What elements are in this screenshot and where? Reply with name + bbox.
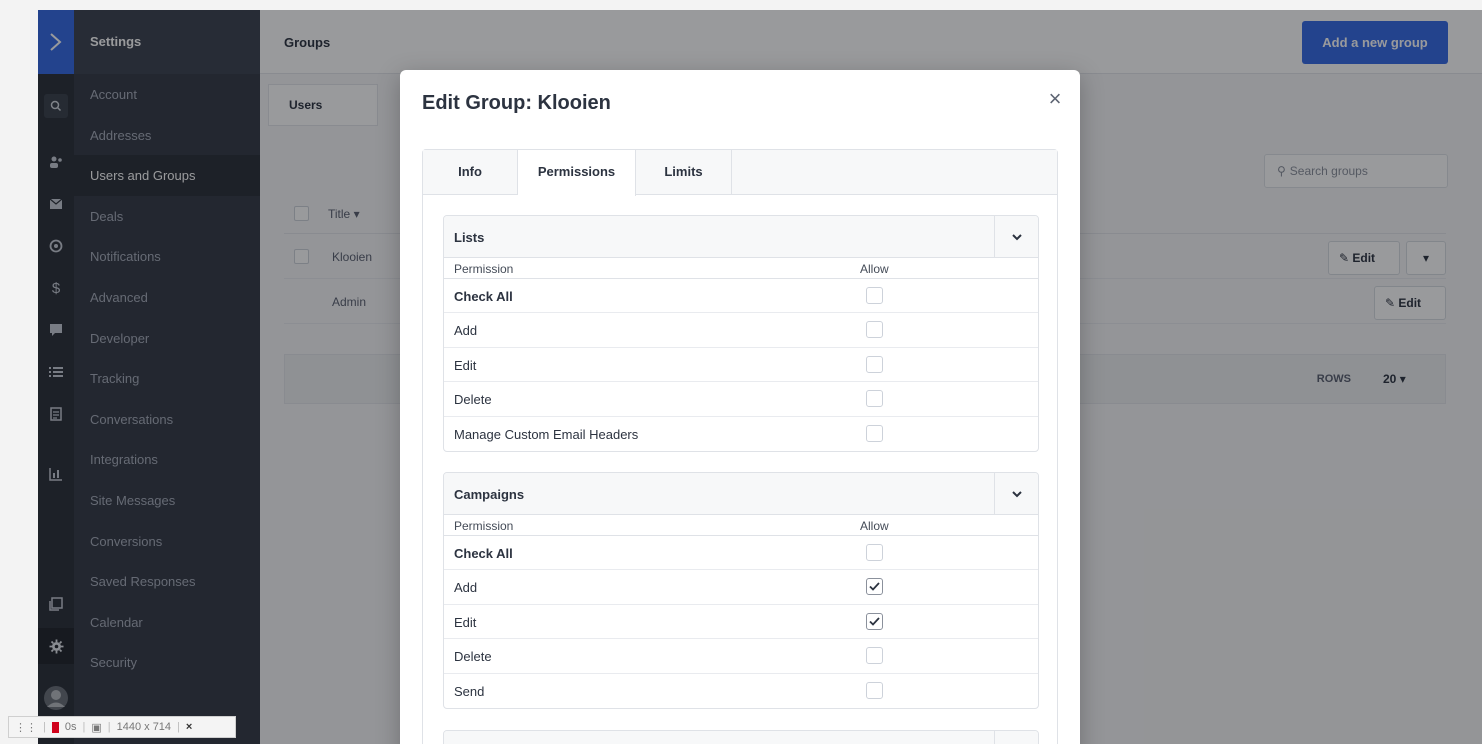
- allow-checkbox[interactable]: [866, 612, 883, 630]
- recording-time: 0s: [64, 721, 77, 733]
- separator: |: [107, 721, 111, 733]
- permission-label: Send: [454, 683, 485, 699]
- permission-label: Add: [454, 323, 478, 339]
- allow-checkbox[interactable]: [866, 355, 883, 373]
- column-permission-label: Permission: [454, 262, 514, 276]
- allow-checkbox[interactable]: [866, 681, 883, 699]
- permission-column-header: Permission Allow: [444, 258, 1038, 279]
- permission-section-collapsed: [443, 730, 1039, 744]
- permission-row: Send: [444, 674, 1038, 708]
- permission-row: Edit: [444, 605, 1038, 640]
- permission-section: Lists Permission Allow Check All Add Edit Dele…: [443, 215, 1039, 452]
- permission-label: Check All: [454, 546, 513, 561]
- screen: $ Settings Account Addresses Users and G…: [0, 0, 1482, 744]
- separator: |: [43, 721, 46, 733]
- modal-title: Edit Group: Klooien: [422, 92, 611, 114]
- check-all-checkbox[interactable]: [866, 544, 883, 561]
- checkmark-icon: [869, 582, 880, 592]
- allow-checkbox[interactable]: [866, 390, 883, 408]
- permission-label: Edit: [454, 614, 477, 630]
- tab-info[interactable]: Info: [423, 150, 518, 195]
- separator: |: [177, 721, 180, 733]
- checkmark-icon: [869, 617, 880, 626]
- chevron-down-icon[interactable]: [994, 731, 1038, 744]
- permission-label: Delete: [454, 392, 492, 408]
- permission-row: Add: [444, 570, 1038, 605]
- section-title: Lists: [454, 230, 485, 245]
- permission-row: Manage Custom Email Headers: [444, 417, 1038, 451]
- separator: |: [82, 721, 86, 733]
- column-allow-label: Allow: [860, 519, 889, 533]
- permission-label: Edit: [454, 357, 477, 373]
- allow-checkbox[interactable]: [866, 647, 883, 665]
- permission-column-header: Permission Allow: [444, 515, 1038, 536]
- modal-tabs: Info Permissions Limits: [423, 150, 1057, 196]
- permission-row: Check All: [444, 279, 1038, 314]
- recorder-close-icon[interactable]: ×: [186, 721, 192, 733]
- check-all-checkbox[interactable]: [866, 287, 883, 304]
- allow-checkbox[interactable]: [866, 424, 883, 442]
- permission-row: Check All: [444, 536, 1038, 571]
- edit-group-modal: Edit Group: Klooien × Info Permissions L…: [400, 70, 1080, 744]
- column-permission-label: Permission: [454, 519, 514, 533]
- section-header[interactable]: Campaigns: [444, 473, 1038, 515]
- column-allow-label: Allow: [860, 262, 889, 276]
- recorder-toolbar: ⋮⋮ | 0s | ▣ | 1440 x 714 | ×: [8, 716, 236, 738]
- permission-row: Delete: [444, 639, 1038, 674]
- chevron-down-icon[interactable]: [994, 473, 1038, 515]
- close-icon[interactable]: ×: [1042, 86, 1068, 112]
- record-stop-icon[interactable]: [51, 721, 59, 733]
- permission-row: Edit: [444, 348, 1038, 383]
- permission-section: Campaigns Permission Allow Check All Add Edit…: [443, 472, 1039, 709]
- recording-size: 1440 x 714: [116, 721, 172, 733]
- permission-row: Delete: [444, 382, 1038, 417]
- permission-label: Manage Custom Email Headers: [454, 426, 639, 442]
- allow-checkbox[interactable]: [866, 578, 883, 596]
- section-header[interactable]: Lists: [444, 216, 1038, 258]
- tab-permissions[interactable]: Permissions: [518, 150, 636, 196]
- permission-label: Check All: [454, 289, 513, 304]
- section-title: Campaigns: [454, 487, 525, 502]
- allow-checkbox[interactable]: [866, 321, 883, 339]
- chevron-down-icon[interactable]: [994, 216, 1038, 258]
- permission-row: Add: [444, 313, 1038, 348]
- section-header[interactable]: [444, 731, 1038, 744]
- modal-tabs-panel: Info Permissions Limits Lists Permission A…: [422, 149, 1058, 744]
- permission-label: Add: [454, 580, 478, 596]
- permission-label: Delete: [454, 649, 492, 665]
- drag-handle-icon[interactable]: ⋮⋮: [15, 721, 37, 734]
- tab-limits[interactable]: Limits: [636, 150, 732, 195]
- camera-icon[interactable]: ▣: [91, 721, 101, 734]
